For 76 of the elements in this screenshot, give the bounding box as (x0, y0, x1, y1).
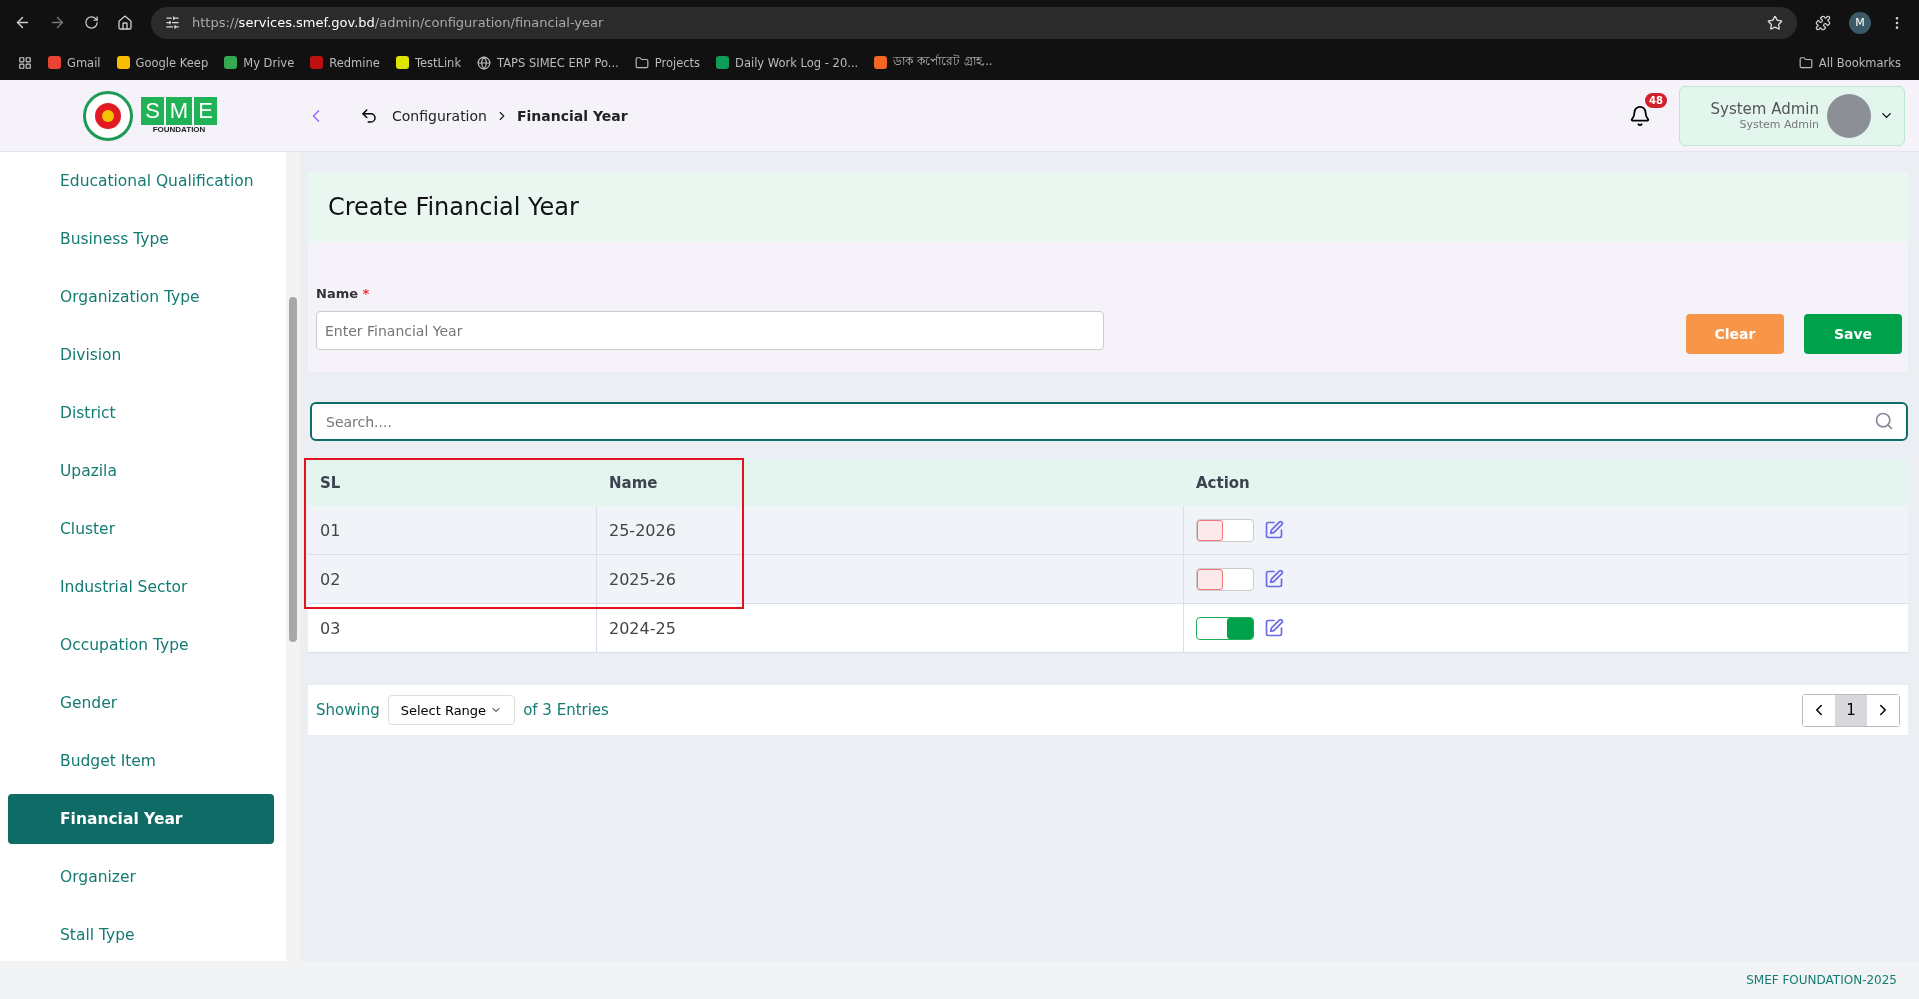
sidebar-item[interactable]: District (8, 388, 275, 438)
profile-avatar[interactable]: M (1849, 11, 1871, 34)
edit-icon[interactable] (1264, 618, 1284, 638)
entries-count: of 3 Entries (523, 701, 609, 719)
column-header: SL (319, 472, 342, 494)
bookmark[interactable]: TestLink (395, 55, 462, 70)
sidebar-item[interactable]: Organization Type (8, 272, 275, 322)
sidebar-item[interactable]: Division (8, 330, 275, 380)
range-dropdown[interactable]: Select Range (387, 695, 516, 725)
logo-letter: S (141, 97, 164, 125)
table-cell: 02 (308, 555, 597, 603)
status-toggle[interactable] (1196, 518, 1254, 542)
status-toggle[interactable] (1196, 616, 1254, 640)
search-icon[interactable] (1874, 411, 1894, 431)
bookmark[interactable]: ডাক কর্পোরেট গ্রাহ... (874, 53, 993, 72)
logo-letter: E (194, 97, 217, 125)
apps-icon[interactable] (18, 55, 32, 70)
all-bookmarks[interactable]: All Bookmarks (1798, 55, 1901, 70)
sidebar-item[interactable]: Educational Qualification (8, 156, 275, 206)
column-header: Name (608, 472, 659, 494)
showing-label: Showing (316, 701, 380, 719)
bookmark[interactable]: TAPS SIMEC ERP Po... (477, 55, 619, 70)
edit-icon[interactable] (1264, 569, 1284, 589)
page-button[interactable]: 1 (1835, 694, 1867, 726)
sidebar-item[interactable]: Industrial Sector (8, 562, 275, 612)
globe-icon (477, 55, 492, 70)
back-icon[interactable] (360, 106, 378, 125)
sidebar-item[interactable]: Business Type (8, 214, 275, 264)
reload-icon[interactable] (84, 15, 99, 30)
sidebar-item[interactable]: Organizer (8, 852, 275, 902)
table-cell: 2024-25 (597, 604, 1184, 652)
logo-subtitle: FOUNDATION (152, 125, 206, 134)
bookmark[interactable]: Redmine (310, 55, 380, 70)
sidebar-item[interactable]: Cluster (8, 504, 275, 554)
back-icon[interactable] (14, 14, 31, 31)
sidebar-item[interactable]: Gender (8, 678, 275, 728)
edit-icon[interactable] (1264, 520, 1284, 540)
table-cell: 03 (308, 604, 597, 652)
table-cell: 2025-26 (597, 555, 1184, 603)
address-bar[interactable]: https://services.smef.gov.bd/admin/configuration/financial-year (151, 6, 1797, 39)
footer-text: SMEF FOUNDATION-2025 (0, 961, 1919, 999)
user-role: System Admin (1738, 118, 1819, 131)
sidebar-item[interactable]: Occupation Type (8, 620, 275, 670)
sidebar-item[interactable]: Stall Type (8, 910, 275, 960)
bookmark[interactable]: Daily Work Log - 20... (716, 55, 859, 70)
search-field[interactable]: Search.... (310, 402, 1908, 441)
sidebar-item[interactable]: Financial Year (8, 794, 275, 844)
url-text: https://services.smef.gov.bd/admin/configuration/financial-year (192, 15, 604, 30)
field-label: Name * (316, 286, 371, 301)
bookmark[interactable]: Google Keep (116, 55, 209, 70)
star-icon[interactable] (1767, 14, 1783, 31)
site-settings-icon[interactable] (165, 15, 180, 30)
sidebar-item[interactable]: Budget Item (8, 736, 275, 786)
table-cell: 25-2026 (597, 506, 1184, 554)
form-title: Create Financial Year (308, 172, 1908, 242)
avatar-placeholder (1827, 93, 1871, 138)
logo-letter: M (165, 97, 193, 125)
home-icon[interactable] (117, 14, 133, 31)
sidebar-item[interactable]: Upazila (8, 446, 275, 496)
table-cell: 01 (308, 506, 597, 554)
bookmark[interactable]: Projects (634, 55, 701, 70)
folder-icon (634, 55, 649, 70)
column-header: Action (1195, 472, 1251, 494)
extensions-icon[interactable] (1815, 14, 1831, 31)
scrollbar-thumb[interactable] (289, 297, 298, 642)
forward-icon[interactable] (49, 14, 66, 31)
notification-badge: 48 (1645, 92, 1667, 108)
breadcrumb-item[interactable]: Configuration (392, 107, 487, 124)
status-toggle[interactable] (1196, 567, 1254, 591)
bookmark[interactable]: Gmail (48, 55, 101, 70)
name-input[interactable]: Enter Financial Year (316, 311, 1104, 350)
user-name: System Admin (1710, 100, 1819, 118)
user-menu[interactable]: System Admin System Admin (1679, 85, 1905, 146)
breadcrumb-item: Financial Year (516, 107, 628, 124)
bookmark[interactable]: My Drive (224, 55, 295, 70)
folder-icon (1798, 55, 1813, 70)
